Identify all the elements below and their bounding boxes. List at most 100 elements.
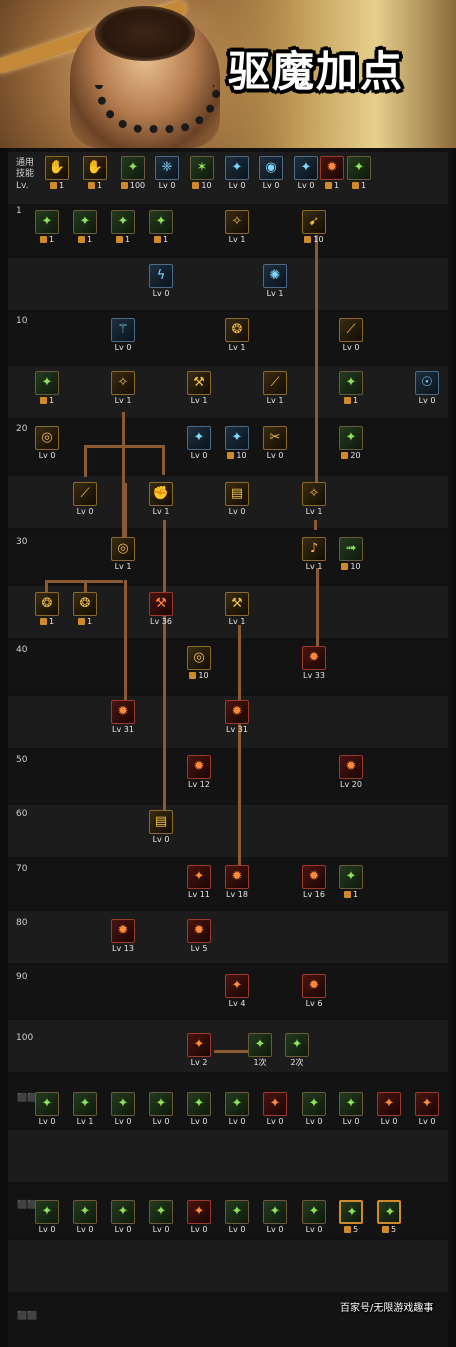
skill-slot[interactable]: ✹ (320, 156, 344, 180)
skill-slot[interactable]: ❂ (73, 592, 97, 616)
skill-slot[interactable]: ▤ (225, 482, 249, 506)
skill-slot[interactable]: ✶ (190, 156, 214, 180)
skill-slot[interactable]: ✦ (121, 156, 145, 180)
awakening-row-marker: ⬛⬛ (17, 1311, 37, 1320)
skill-slot[interactable]: ✦ (302, 1200, 326, 1224)
skill-slot[interactable]: ✦ (225, 974, 249, 998)
skill-slot[interactable]: ✦ (149, 210, 173, 234)
skill-slot[interactable]: ✦ (339, 426, 363, 450)
skill-slot[interactable]: ✹ (302, 865, 326, 889)
skill-slot[interactable]: ✋ (83, 156, 107, 180)
figure-icon: ✦ (345, 869, 357, 884)
skill-slot[interactable]: ✦ (339, 371, 363, 395)
skill-slot[interactable]: ❂ (35, 592, 59, 616)
skill-slot[interactable]: ✦ (263, 1092, 287, 1116)
skill-slot[interactable]: ✋ (45, 156, 69, 180)
skill-slot[interactable]: ♪ (302, 537, 326, 561)
skill-slot[interactable]: ✹ (225, 700, 249, 724)
skill-slot[interactable]: ⚒ (225, 592, 249, 616)
skill-level-text: Lv 0 (342, 343, 360, 352)
skill-slot[interactable]: ✦ (225, 1092, 249, 1116)
skill-slot[interactable]: ⟋ (263, 371, 287, 395)
skill-slot[interactable]: ✹ (339, 755, 363, 779)
skill-slot[interactable]: ✦ (187, 1033, 211, 1057)
skill-slot[interactable]: ⚒ (149, 592, 173, 616)
skill-level-text: 1 (162, 235, 169, 244)
skill-slot[interactable]: ➹ (302, 210, 326, 234)
skill-slot[interactable]: ✦ (187, 1200, 211, 1224)
skill-slot[interactable]: ☉ (415, 371, 439, 395)
skill-slot[interactable]: ✦ (35, 371, 59, 395)
skill-slot[interactable]: ➟ (339, 537, 363, 561)
skill-slot[interactable]: ✦ (294, 156, 318, 180)
sp-coin-icon (381, 1226, 389, 1233)
skill-level-value: Lv 0 (141, 1225, 181, 1235)
skill-slot[interactable]: ✦ (149, 1092, 173, 1116)
skill-level-value: Lv 0 (407, 396, 447, 406)
skill-slot[interactable]: ❈ (155, 156, 179, 180)
skill-slot[interactable]: ✦ (263, 1200, 287, 1224)
skill-slot[interactable]: ▤ (149, 810, 173, 834)
skill-slot[interactable]: ✹ (302, 974, 326, 998)
skill-slot[interactable]: ✦ (415, 1092, 439, 1116)
skill-slot[interactable]: ◉ (259, 156, 283, 180)
skill-slot[interactable]: ⟋ (339, 318, 363, 342)
flame-icon: ✹ (117, 923, 129, 938)
skill-slot[interactable]: ✦ (377, 1200, 401, 1224)
skill-slot[interactable]: ✦ (187, 426, 211, 450)
skill-slot[interactable]: ✹ (302, 646, 326, 670)
skill-level-value: Lv 12 (179, 780, 219, 790)
hand-icon: ✋ (86, 160, 104, 175)
skill-slot[interactable]: ✦ (285, 1033, 309, 1057)
skill-slot[interactable]: ✦ (35, 1092, 59, 1116)
skill-slot[interactable]: ⟋ (73, 482, 97, 506)
skill-slot[interactable]: ✦ (111, 210, 135, 234)
skill-slot[interactable]: ✦ (35, 1200, 59, 1224)
skill-slot[interactable]: ✦ (339, 1200, 363, 1224)
skill-slot[interactable]: ✹ (187, 919, 211, 943)
skill-slot[interactable]: ✦ (377, 1092, 401, 1116)
skill-slot[interactable]: ◎ (187, 646, 211, 670)
skill-slot[interactable]: ✊ (149, 482, 173, 506)
skill-slot[interactable]: ✂ (263, 426, 287, 450)
skill-level-value: 1 (65, 617, 105, 627)
skill-slot[interactable]: ✧ (111, 371, 135, 395)
skill-slot[interactable]: ✦ (225, 156, 249, 180)
skill-slot[interactable]: ✧ (225, 210, 249, 234)
skill-slot[interactable]: ✦ (339, 1092, 363, 1116)
skill-slot[interactable]: ✹ (111, 700, 135, 724)
skill-slot[interactable]: ✹ (225, 865, 249, 889)
skill-level-text: 1 (96, 181, 103, 190)
skill-slot[interactable]: ⚚ (111, 318, 135, 342)
skill-slot[interactable]: ✦ (73, 1200, 97, 1224)
skill-slot[interactable]: ✦ (35, 210, 59, 234)
skill-slot[interactable]: ✺ (263, 264, 287, 288)
skill-slot[interactable]: ✦ (339, 865, 363, 889)
skill-slot[interactable]: ✦ (111, 1200, 135, 1224)
skill-slot[interactable]: ✦ (225, 426, 249, 450)
skill-level-text: Lv 0 (38, 451, 56, 460)
skill-slot[interactable]: ✦ (187, 1092, 211, 1116)
skill-slot[interactable]: ✦ (248, 1033, 272, 1057)
skill-slot[interactable]: ✦ (225, 1200, 249, 1224)
skill-slot[interactable]: ✧ (302, 482, 326, 506)
figure-icon: ✦ (155, 1204, 167, 1219)
skill-slot[interactable]: ϟ (149, 264, 173, 288)
skill-slot[interactable]: ✦ (347, 156, 371, 180)
skill-slot[interactable]: ◎ (111, 537, 135, 561)
skill-slot[interactable]: ❂ (225, 318, 249, 342)
skill-level-text: Lv 0 (152, 1117, 170, 1126)
skill-slot[interactable]: ✹ (187, 755, 211, 779)
skill-slot[interactable]: ✦ (73, 1092, 97, 1116)
skill-level-text: Lv 0 (305, 1225, 323, 1234)
skill-slot[interactable]: ◎ (35, 426, 59, 450)
skill-slot[interactable]: ✦ (187, 865, 211, 889)
skill-slot[interactable]: ✦ (149, 1200, 173, 1224)
figure-icon: ✦ (345, 430, 357, 445)
skill-slot[interactable]: ✦ (302, 1092, 326, 1116)
skill-slot[interactable]: ✹ (111, 919, 135, 943)
skill-slot[interactable]: ✦ (111, 1092, 135, 1116)
sp-coin-icon (49, 182, 57, 189)
skill-slot[interactable]: ⚒ (187, 371, 211, 395)
skill-slot[interactable]: ✦ (73, 210, 97, 234)
